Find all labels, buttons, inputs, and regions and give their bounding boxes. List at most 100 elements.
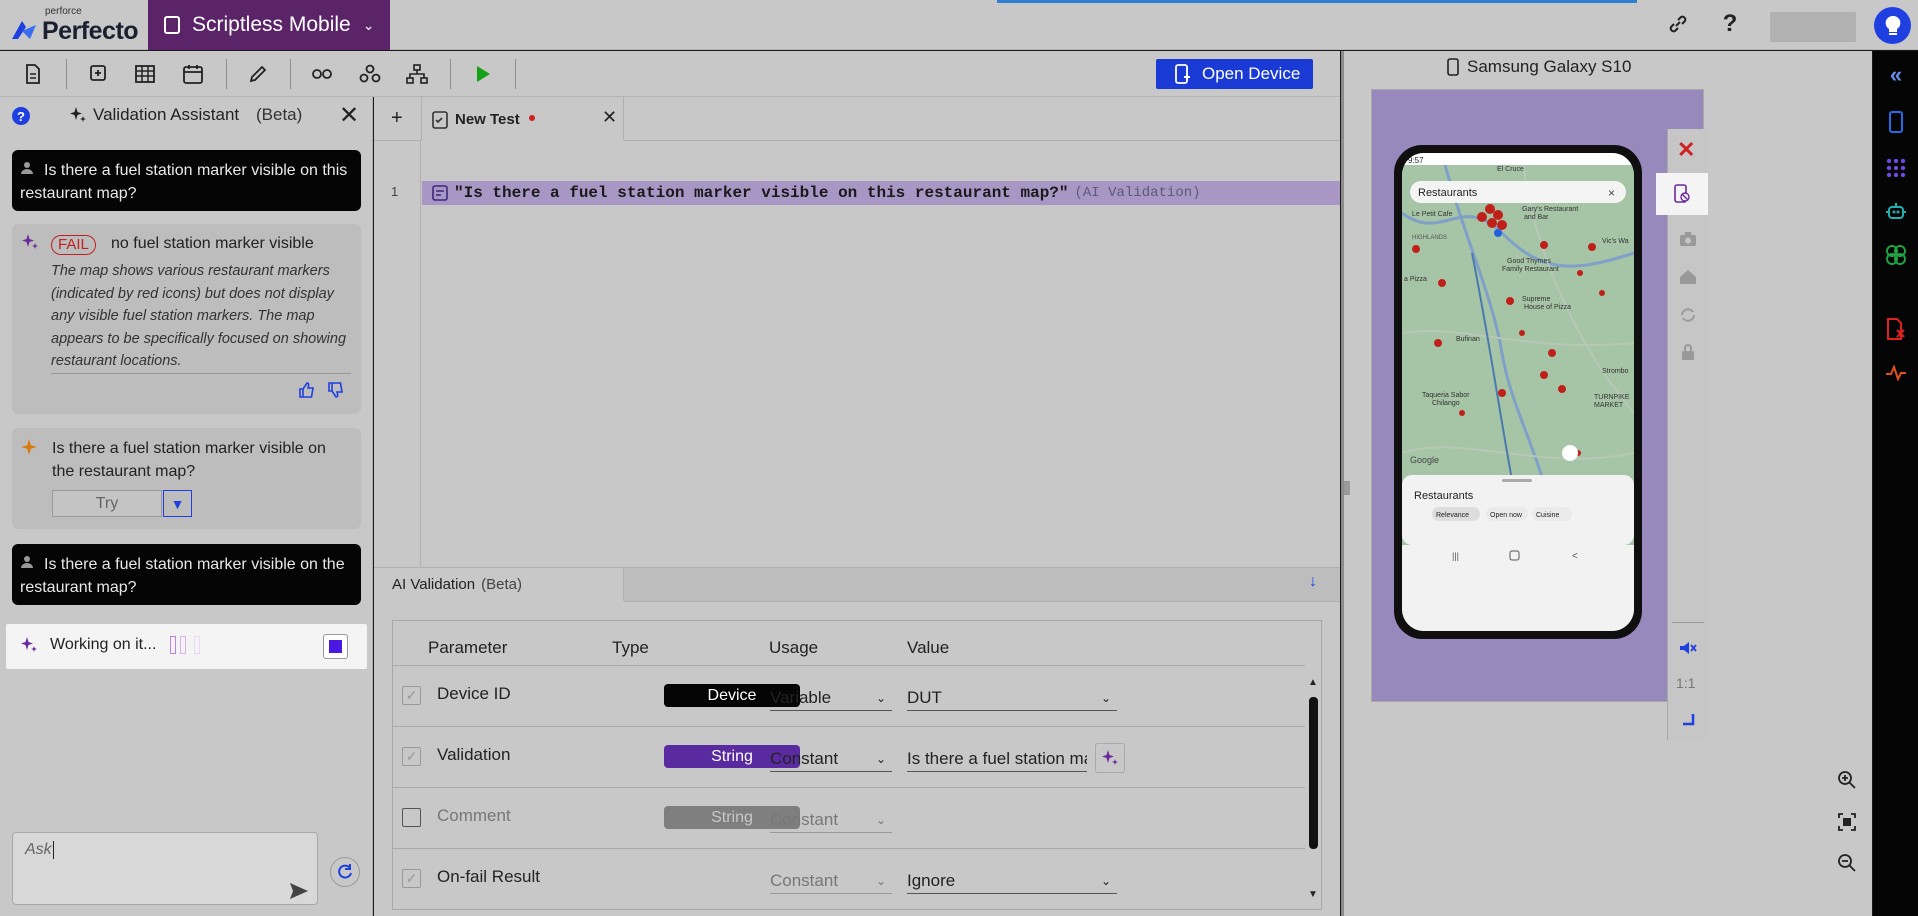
refresh-button[interactable] (330, 857, 360, 887)
test-file-icon (432, 111, 448, 129)
close-tab-icon[interactable]: ✕ (602, 107, 617, 128)
close-device-icon[interactable]: ✕ (1677, 137, 1695, 163)
activity-icon[interactable] (1882, 359, 1910, 387)
camera-icon[interactable] (1679, 231, 1697, 247)
help-icon[interactable]: ? (12, 107, 30, 125)
message-text: Is there a fuel station marker visible o… (20, 162, 348, 202)
usage-select[interactable]: Constant ⌄ (770, 747, 892, 772)
calendar-icon[interactable] (178, 60, 208, 88)
row-checkbox[interactable]: ✓ (402, 747, 421, 766)
toolbar-divider (66, 59, 67, 89)
loop-icon[interactable] (307, 60, 337, 88)
phone-icon (1447, 58, 1459, 76)
app-switcher[interactable]: Scriptless Mobile ⌄ (148, 0, 390, 50)
device-icon[interactable] (1882, 108, 1910, 136)
stop-button[interactable] (323, 634, 348, 659)
close-icon[interactable]: ✕ (339, 101, 359, 130)
lock-icon[interactable] (1680, 343, 1696, 361)
pencil-icon[interactable] (243, 60, 273, 88)
open-device-button[interactable]: Open Device (1156, 59, 1313, 89)
chat-input[interactable]: Ask (12, 832, 318, 905)
scroll-down-icon[interactable]: ▼ (1308, 889, 1318, 900)
apps-grid-icon[interactable] (1882, 154, 1910, 182)
robot-icon[interactable] (1882, 198, 1910, 226)
rotate-icon[interactable] (1679, 306, 1697, 324)
row-checkbox[interactable]: ✓ (402, 869, 421, 888)
perfecto-logo[interactable]: perforce Perfecto (10, 5, 140, 45)
zoom-in-icon[interactable] (1832, 765, 1862, 795)
device-add-icon (1175, 64, 1190, 84)
chevron-down-icon: ⌄ (875, 874, 886, 888)
tab-new-test[interactable]: New Test ✕ (422, 97, 624, 141)
hierarchy-icon[interactable] (402, 60, 432, 88)
refresh-icon (338, 864, 352, 879)
collapse-icon[interactable]: ↓ (1309, 573, 1317, 591)
map-label: Chilango (1432, 400, 1460, 407)
map-label: Family Restaurant (1502, 266, 1559, 273)
document-icon[interactable] (18, 60, 48, 88)
add-tab-button[interactable]: + (391, 107, 403, 130)
user-account[interactable] (1770, 12, 1856, 42)
mute-icon[interactable] (1679, 641, 1697, 655)
code-tag: (AI Validation) (1074, 185, 1201, 201)
logo-text: Perfecto (42, 17, 139, 45)
group-icon[interactable] (355, 60, 385, 88)
table-icon[interactable] (130, 60, 160, 88)
scale-ratio[interactable]: 1:1 (1676, 675, 1695, 691)
add-step-icon[interactable] (84, 60, 114, 88)
chip-open-now: Open now (1490, 512, 1523, 519)
resize-handle[interactable] (1344, 481, 1350, 495)
chevron-down-icon[interactable]: ▼ (163, 490, 192, 517)
fit-screen-icon[interactable] (1832, 807, 1862, 837)
map-label: MARKET (1594, 402, 1624, 409)
usage-select[interactable]: Variable ⌄ (770, 686, 892, 711)
user-icon (20, 553, 44, 576)
value-select[interactable]: DUT ⌄ (907, 686, 1117, 711)
script-editor: + New Test ✕ 1 "Is there a fuel station … (374, 97, 1340, 567)
value-text: DUT (907, 688, 942, 707)
usage-select[interactable]: Constant ⌄ (770, 808, 892, 833)
divider (1672, 622, 1704, 623)
scroll-up-icon[interactable]: ▲ (1308, 677, 1318, 688)
fail-badge: FAIL (51, 235, 96, 255)
svg-text:|||: ||| (1452, 551, 1459, 561)
collapse-double-chevron-icon[interactable]: « (1882, 61, 1910, 89)
row-checkbox[interactable]: ✓ (402, 686, 421, 705)
ai-validation-beta: (Beta) (481, 575, 522, 593)
integrations-icon[interactable] (1882, 241, 1910, 269)
toolbar-divider (515, 59, 516, 89)
device-screen[interactable]: 9:57 Restaurants × El Cruce Gary's Resta… (1402, 153, 1634, 631)
send-icon[interactable] (289, 882, 309, 900)
map-label: HIGHLANDS (1412, 235, 1447, 241)
play-icon[interactable] (468, 60, 498, 88)
screen-record-button[interactable] (1656, 173, 1708, 215)
thumbs-up-icon[interactable] (298, 381, 316, 399)
device-controls: ✕ 1:1 (1656, 129, 1708, 740)
param-name: Validation (437, 745, 511, 764)
ai-validation-tab[interactable]: AI Validation (Beta) (374, 568, 624, 602)
link-icon[interactable] (1663, 9, 1693, 39)
row-checkbox[interactable] (402, 808, 421, 827)
help-icon[interactable]: ? (1715, 9, 1745, 39)
assistant-title: Validation Assistant (93, 105, 240, 124)
error-file-icon[interactable] (1882, 315, 1910, 343)
scroll-thumb[interactable] (1309, 697, 1318, 849)
divider (51, 373, 351, 374)
status-time: 9:57 (1408, 156, 1424, 165)
table-scrollbar[interactable]: ▲ ▼ (1306, 677, 1321, 903)
resize-corner-icon[interactable] (1681, 712, 1695, 726)
value-text: Ignore (907, 871, 956, 890)
value-select[interactable]: Ignore ⌄ (907, 869, 1117, 894)
code-line[interactable]: "Is there a fuel station marker visible … (422, 181, 1340, 205)
tab-label: New Test (455, 111, 520, 128)
ai-assist-button[interactable] (1095, 743, 1125, 773)
try-button[interactable]: Try (52, 490, 162, 517)
zoom-out-icon[interactable] (1832, 848, 1862, 878)
validation-value-input[interactable]: Is there a fuel station marke (907, 747, 1087, 772)
lightbulb-icon[interactable] (1874, 7, 1911, 44)
ai-sparkle-icon (21, 637, 37, 652)
usage-select[interactable]: Constant ⌄ (770, 869, 892, 894)
param-name: Device ID (437, 684, 511, 703)
thumbs-down-icon[interactable] (327, 381, 345, 399)
home-icon[interactable] (1679, 269, 1697, 285)
